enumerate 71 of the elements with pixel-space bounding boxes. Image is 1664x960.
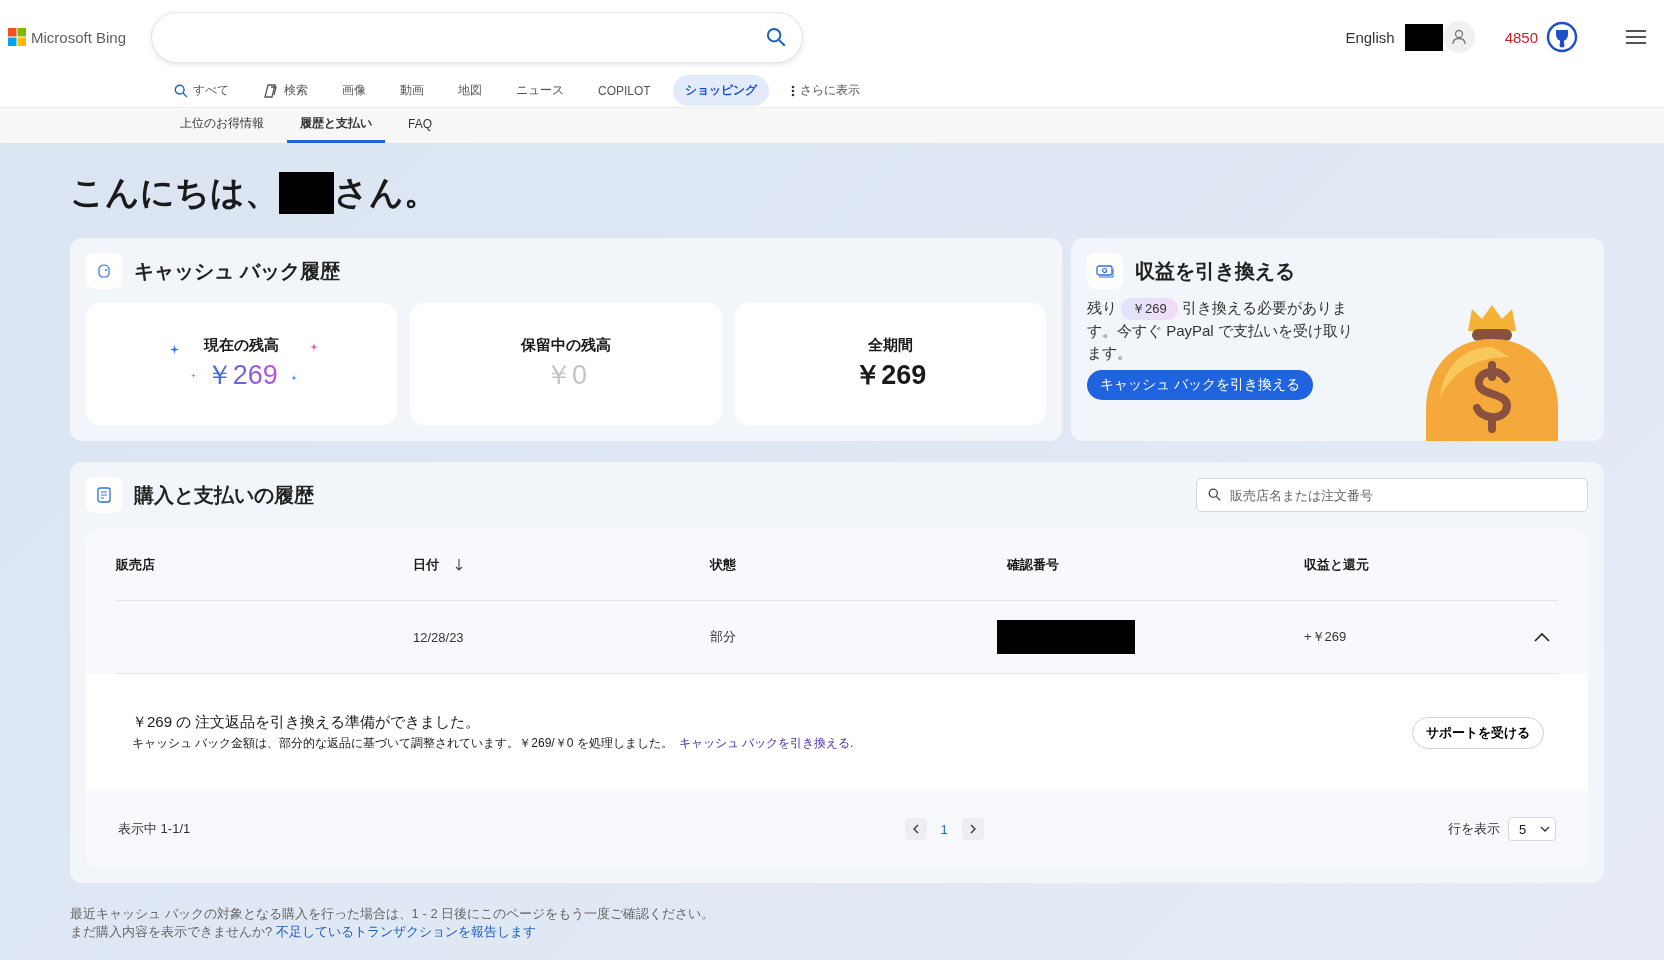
column-header[interactable]: 収益と還元: [1304, 555, 1498, 574]
column-header[interactable]: 確認番号: [1007, 555, 1304, 574]
nav-tab[interactable]: 地図: [446, 75, 494, 106]
points-count[interactable]: 4850: [1504, 28, 1538, 46]
sub-tab[interactable]: FAQ: [395, 107, 445, 143]
more-icon: [790, 84, 795, 97]
rows-label: 行を表示: [1448, 820, 1500, 838]
sort-arrow-icon: [455, 558, 463, 571]
nav-tab[interactable]: 画像: [330, 75, 378, 106]
note-text: まだ購入内容を表示できませんか?: [70, 924, 274, 939]
menu-icon: [1626, 29, 1646, 45]
support-button[interactable]: サポートを受ける: [1412, 716, 1544, 749]
sub-tab[interactable]: 上位のお得情報: [167, 107, 277, 143]
redeem-button[interactable]: キャッシュ バックを引き換える: [1087, 370, 1313, 400]
column-header[interactable]: 状態: [710, 555, 1007, 574]
search-icon: [766, 27, 786, 47]
detail-headline: ￥269 の 注文返品を引き換える準備ができました。: [132, 713, 482, 732]
avatar[interactable]: [1442, 21, 1475, 53]
chevron-right-icon: [968, 824, 977, 834]
card-title: 購入と支払いの履歴: [134, 482, 314, 508]
nav-tab[interactable]: 動画: [388, 75, 436, 106]
receipt-icon: [97, 487, 111, 503]
redaction-box: [279, 172, 334, 214]
greeting-text: さん。: [334, 172, 438, 213]
chevron-left-icon: [911, 824, 920, 834]
previous-page-button[interactable]: [904, 818, 927, 840]
redeem-text: 残り ￥269 引き換える必要があります。今すぐ PayPal で支払いを受け取ります。: [1087, 297, 1354, 363]
card-title: 収益を引き換える: [1135, 258, 1295, 284]
logo-icon: [8, 28, 26, 46]
stat-label: 保留中の残高: [521, 335, 611, 355]
nav-tab[interactable]: ショッピング: [672, 75, 769, 106]
sparkle-icon: [291, 375, 297, 381]
user-icon: [1451, 29, 1466, 45]
logo-text[interactable]: Microsoft Bing: [31, 28, 127, 46]
table-cell-text: 部分: [710, 628, 737, 646]
nav-tab[interactable]: ニュース: [504, 75, 576, 106]
order-search-field[interactable]: 販売店名または注文番号: [1196, 478, 1588, 512]
stat-value: ￥269: [854, 358, 927, 392]
banknote-icon: [1096, 264, 1114, 278]
piggy-bank-icon: [96, 264, 112, 278]
nav-tab[interactable]: さらに表示: [778, 75, 872, 106]
table-cell-text: 12/28/23: [413, 629, 465, 645]
search-icon: [1208, 488, 1221, 501]
trophy-icon: [1546, 21, 1578, 53]
stat-label: 全期間: [867, 335, 913, 355]
card-title: キャッシュ バック履歴: [134, 258, 340, 284]
note-text: 最近キャッシュ バックの対象となる購入を行った場合は、1 - 2 日後にこのページをもう一度ご確認ください。: [70, 905, 716, 923]
rows-select[interactable]: 5: [1508, 817, 1556, 841]
caret-icon: [1540, 826, 1550, 832]
sparkle-icon: [310, 343, 318, 351]
redaction-box: [1404, 23, 1443, 51]
sparkle-icon: [191, 373, 196, 378]
result-count: 表示中 1-1/1: [118, 820, 191, 838]
sparkle-icon: [170, 345, 179, 354]
nav-tab[interactable]: すべて: [162, 75, 241, 106]
redeem-link[interactable]: キャッシュ バックを引き換える.: [678, 736, 854, 750]
sub-tab[interactable]: 履歴と支払い: [287, 107, 385, 143]
detail-text: キャッシュ バック金額は、部分的な返品に基づいて調整されています。￥269/￥0 を処理しました。 キャッシュ バックを引き換える.: [132, 735, 854, 752]
stat-value: ￥0: [544, 358, 587, 392]
report-link[interactable]: 不足しているトランザクションを報告します: [275, 924, 536, 939]
language-link[interactable]: English: [1345, 28, 1395, 46]
page-number[interactable]: 1: [936, 821, 952, 837]
column-header[interactable]: 日付: [413, 555, 710, 574]
greeting-text: こんにちは、: [70, 172, 279, 213]
stat-label: 現在の残高: [204, 335, 280, 355]
next-page-button[interactable]: [961, 818, 984, 840]
column-header[interactable]: 販売店: [116, 555, 413, 574]
table-cell-text: +￥269: [1304, 628, 1348, 646]
search-icon: [174, 83, 188, 98]
nav-tab[interactable]: 検索: [251, 75, 320, 106]
nav-tab[interactable]: COPILOT: [586, 75, 663, 106]
